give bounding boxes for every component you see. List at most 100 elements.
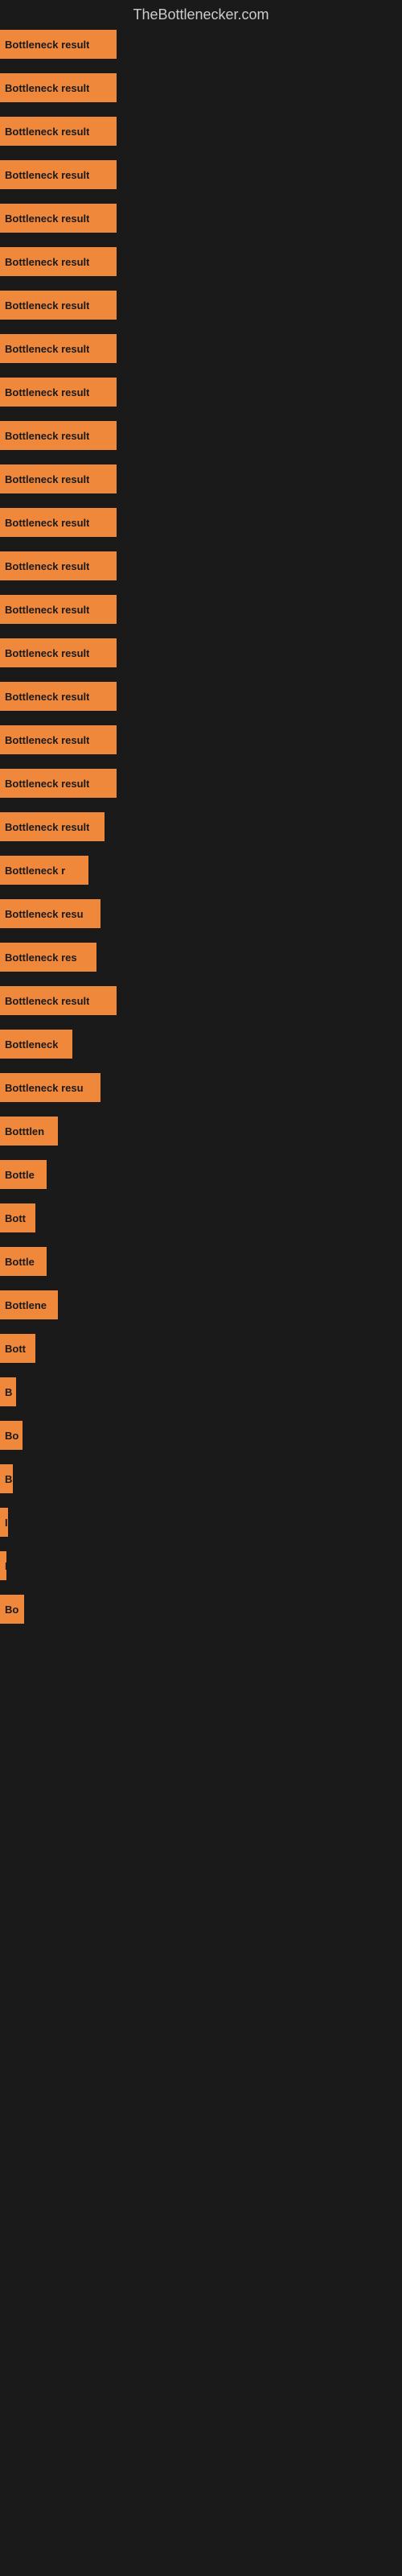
bar-row-24: Bottleneck resu	[0, 1073, 402, 1117]
bar-label-1: Bottleneck result	[5, 82, 89, 94]
bar-row-11: Bottleneck result	[0, 508, 402, 551]
bar-label-21: Bottleneck res	[5, 952, 77, 964]
bar-label-12: Bottleneck result	[5, 560, 89, 572]
bar-gap-10	[0, 493, 402, 508]
bar-8: Bottleneck result	[0, 378, 117, 407]
bar-gap-23	[0, 1059, 402, 1073]
bar-12: Bottleneck result	[0, 551, 117, 580]
bar-label-14: Bottleneck result	[5, 647, 89, 659]
bar-label-26: Bottle	[5, 1169, 35, 1181]
bar-row-21: Bottleneck res	[0, 943, 402, 986]
bar-gap-28	[0, 1276, 402, 1290]
bar-row-26: Bottle	[0, 1160, 402, 1203]
bar-gap-18	[0, 841, 402, 856]
bar-20: Bottleneck resu	[0, 899, 100, 928]
bar-label-4: Bottleneck result	[5, 213, 89, 225]
bar-35: I	[0, 1551, 6, 1580]
bar-row-12: Bottleneck result	[0, 551, 402, 595]
bar-label-11: Bottleneck result	[5, 517, 89, 529]
bar-2: Bottleneck result	[0, 117, 117, 146]
bar-label-3: Bottleneck result	[5, 169, 89, 181]
bar-11: Bottleneck result	[0, 508, 117, 537]
bar-gap-25	[0, 1146, 402, 1160]
bar-33: B	[0, 1464, 13, 1493]
bar-label-32: Bo	[5, 1430, 18, 1442]
bar-label-23: Bottleneck	[5, 1038, 58, 1051]
bar-row-4: Bottleneck result	[0, 204, 402, 247]
site-title: TheBottlenecker.com	[0, 0, 402, 30]
bar-row-10: Bottleneck result	[0, 464, 402, 508]
bar-gap-19	[0, 885, 402, 899]
bar-gap-24	[0, 1102, 402, 1117]
bar-label-30: Bott	[5, 1343, 26, 1355]
bar-gap-9	[0, 450, 402, 464]
bar-label-5: Bottleneck result	[5, 256, 89, 268]
bar-9: Bottleneck result	[0, 421, 117, 450]
bar-label-35: I	[5, 1560, 6, 1572]
bar-gap-20	[0, 928, 402, 943]
bar-30: Bott	[0, 1334, 35, 1363]
bar-gap-2	[0, 146, 402, 160]
bar-row-9: Bottleneck result	[0, 421, 402, 464]
bar-label-15: Bottleneck result	[5, 691, 89, 703]
bar-label-2: Bottleneck result	[5, 126, 89, 138]
bar-gap-12	[0, 580, 402, 595]
bar-31: B	[0, 1377, 16, 1406]
bar-gap-35	[0, 1580, 402, 1595]
bar-gap-4	[0, 233, 402, 247]
bar-gap-7	[0, 363, 402, 378]
bar-row-13: Bottleneck result	[0, 595, 402, 638]
bar-23: Bottleneck	[0, 1030, 72, 1059]
bar-label-9: Bottleneck result	[5, 430, 89, 442]
bar-label-18: Bottleneck result	[5, 821, 89, 833]
bar-label-16: Bottleneck result	[5, 734, 89, 746]
title-text: TheBottlenecker.com	[133, 6, 269, 23]
bar-row-20: Bottleneck resu	[0, 899, 402, 943]
bar-19: Bottleneck r	[0, 856, 88, 885]
bar-row-25: Botttlen	[0, 1117, 402, 1160]
bar-label-6: Bottleneck result	[5, 299, 89, 312]
bar-gap-34	[0, 1537, 402, 1551]
bar-gap-17	[0, 798, 402, 812]
bar-21: Bottleneck res	[0, 943, 96, 972]
bar-row-36: Bo	[0, 1595, 402, 1624]
bar-28: Bottle	[0, 1247, 47, 1276]
bar-34: I	[0, 1508, 8, 1537]
bar-27: Bott	[0, 1203, 35, 1232]
bar-row-15: Bottleneck result	[0, 682, 402, 725]
bar-label-33: B	[5, 1473, 12, 1485]
bar-row-32: Bo	[0, 1421, 402, 1464]
bar-gap-30	[0, 1363, 402, 1377]
bar-row-29: Bottlene	[0, 1290, 402, 1334]
bar-24: Bottleneck resu	[0, 1073, 100, 1102]
bar-label-24: Bottleneck resu	[5, 1082, 84, 1094]
bar-label-0: Bottleneck result	[5, 39, 89, 51]
bar-0: Bottleneck result	[0, 30, 117, 59]
bar-row-2: Bottleneck result	[0, 117, 402, 160]
bar-gap-26	[0, 1189, 402, 1203]
bar-16: Bottleneck result	[0, 725, 117, 754]
bar-4: Bottleneck result	[0, 204, 117, 233]
bar-29: Bottlene	[0, 1290, 58, 1319]
bar-row-18: Bottleneck result	[0, 812, 402, 856]
bar-label-8: Bottleneck result	[5, 386, 89, 398]
bar-gap-31	[0, 1406, 402, 1421]
bar-row-1: Bottleneck result	[0, 73, 402, 117]
bar-row-28: Bottle	[0, 1247, 402, 1290]
bars-container: Bottleneck result Bottleneck result Bottle…	[0, 30, 402, 1624]
bar-label-31: B	[5, 1386, 12, 1398]
bar-row-30: Bott	[0, 1334, 402, 1377]
bar-22: Bottleneck result	[0, 986, 117, 1015]
bar-label-19: Bottleneck r	[5, 865, 65, 877]
bar-label-13: Bottleneck result	[5, 604, 89, 616]
bar-36: Bo	[0, 1595, 24, 1624]
bar-label-22: Bottleneck result	[5, 995, 89, 1007]
bar-17: Bottleneck result	[0, 769, 117, 798]
bar-gap-0	[0, 59, 402, 73]
bar-row-31: B	[0, 1377, 402, 1421]
bar-label-7: Bottleneck result	[5, 343, 89, 355]
bar-gap-29	[0, 1319, 402, 1334]
bar-gap-11	[0, 537, 402, 551]
bar-18: Bottleneck result	[0, 812, 105, 841]
bar-gap-14	[0, 667, 402, 682]
